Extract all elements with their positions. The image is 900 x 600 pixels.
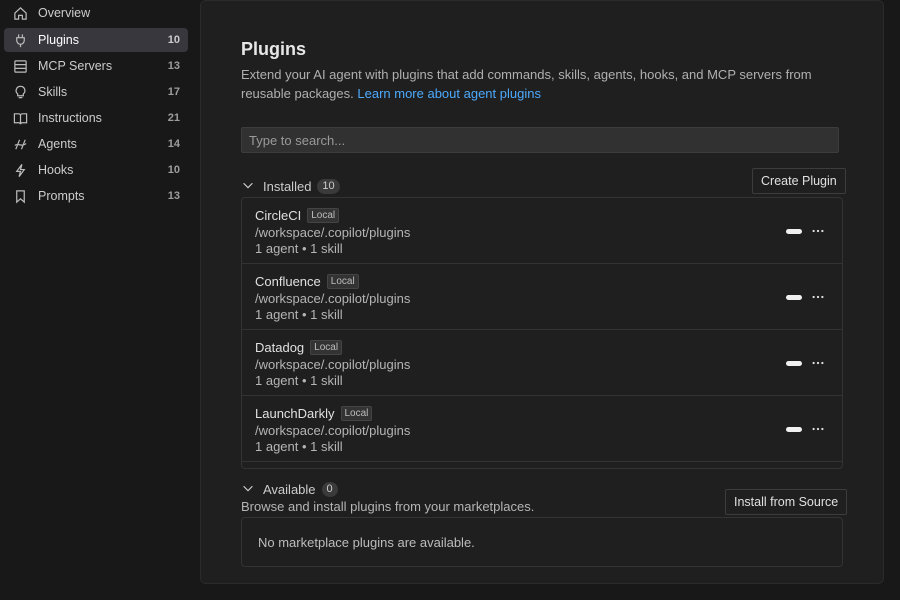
- sidebar-item-count: 10: [167, 164, 180, 176]
- sidebar-item-overview[interactable]: Overview: [4, 1, 188, 25]
- home-icon: [12, 5, 28, 21]
- sidebar-item-plugins[interactable]: Plugins 10: [4, 28, 188, 52]
- plugin-name: LaunchDarkly: [255, 406, 335, 421]
- sidebar-item-count: 21: [167, 112, 180, 124]
- plugin-enable-toggle[interactable]: [786, 229, 802, 234]
- page-title: Plugins: [241, 39, 307, 59]
- plug-icon: [12, 32, 28, 48]
- plugin-path: /workspace/.copilot/plugins: [255, 291, 411, 306]
- sidebar-item-mcp-servers[interactable]: MCP Servers 13: [4, 54, 188, 78]
- plugin-title-line: Confluence Local: [255, 274, 359, 289]
- plugin-summary: 1 agent • 1 skill: [255, 307, 343, 322]
- plugin-row[interactable]: Datadog Local /workspace/.copilot/plugin…: [242, 330, 842, 396]
- plugin-summary: 1 agent • 1 skill: [255, 439, 343, 454]
- empty-state-message: No marketplace plugins are available.: [258, 535, 475, 550]
- sidebar-item-label: Plugins: [38, 33, 79, 47]
- plugin-enable-toggle[interactable]: [786, 361, 802, 366]
- plugin-path: /workspace/.copilot/plugins: [255, 357, 411, 372]
- local-tag: Local: [307, 208, 340, 223]
- sidebar-item-label: Skills: [38, 85, 68, 99]
- install-from-source-button[interactable]: Install from Source: [725, 489, 848, 515]
- main-panel: Plugins Extend your AI agent with plugin…: [200, 0, 884, 584]
- chevron-down-icon: [241, 481, 257, 497]
- plugin-path: /workspace/.copilot/plugins: [255, 423, 411, 438]
- search-input[interactable]: [241, 127, 839, 153]
- sidebar-item-label: Agents: [38, 137, 77, 151]
- server-icon: [12, 58, 28, 74]
- sidebar-item-agents[interactable]: Agents 14: [4, 132, 188, 156]
- sidebar-item-count: 10: [167, 34, 180, 46]
- available-count-badge: 0: [321, 481, 338, 497]
- local-tag: Local: [340, 406, 373, 421]
- sidebar-item-label: Overview: [38, 6, 91, 20]
- plugin-path: /workspace/.copilot/plugins: [255, 225, 411, 240]
- available-description: Browse and install plugins from your mar…: [241, 499, 535, 514]
- sidebar-item-hooks[interactable]: Hooks 10: [4, 158, 188, 182]
- sidebar-item-prompts[interactable]: Prompts 13: [4, 184, 188, 208]
- available-section-toggle[interactable]: Available 0: [241, 479, 338, 499]
- plugin-name: Confluence: [255, 274, 321, 289]
- marketplace-empty-state: No marketplace plugins are available.: [241, 517, 843, 567]
- installed-plugin-list: CircleCI Local /workspace/.copilot/plugi…: [241, 197, 843, 469]
- installed-label: Installed: [263, 178, 312, 194]
- installed-count-badge: 10: [317, 178, 340, 194]
- agent-icon: [12, 136, 28, 152]
- sidebar-item-count: 13: [167, 60, 180, 72]
- plugin-title-line: CircleCI Local: [255, 208, 340, 223]
- plugin-title-line: LaunchDarkly Local: [255, 406, 373, 421]
- installed-section-toggle[interactable]: Installed 10: [241, 176, 340, 196]
- sidebar: Overview Plugins 10 MCP Servers 13 Skill…: [0, 0, 200, 600]
- plugin-summary: 1 agent • 1 skill: [255, 241, 343, 256]
- plugin-summary: 1 agent • 1 skill: [255, 373, 343, 388]
- more-actions-icon[interactable]: [810, 288, 826, 306]
- local-tag: Local: [310, 340, 343, 355]
- plugin-enable-toggle[interactable]: [786, 295, 802, 300]
- bookmark-icon: [12, 188, 28, 204]
- plugin-row[interactable]: CircleCI Local /workspace/.copilot/plugi…: [242, 198, 842, 264]
- learn-more-link[interactable]: Learn more about agent plugins: [357, 86, 541, 101]
- more-actions-icon[interactable]: [810, 354, 826, 372]
- lightning-icon: [12, 162, 28, 178]
- sidebar-item-count: 17: [167, 86, 180, 98]
- book-icon: [12, 110, 28, 126]
- sidebar-item-skills[interactable]: Skills 17: [4, 80, 188, 104]
- plugin-row[interactable]: LaunchDarkly Local /workspace/.copilot/p…: [242, 396, 842, 462]
- sidebar-item-label: Instructions: [38, 111, 102, 125]
- plugin-name: Datadog: [255, 340, 305, 355]
- plugin-enable-toggle[interactable]: [786, 427, 802, 432]
- available-label: Available: [263, 481, 316, 497]
- sidebar-item-label: Hooks: [38, 163, 74, 177]
- plugin-title-line: Datadog Local: [255, 340, 343, 355]
- page-description: Extend your AI agent with plugins that a…: [241, 65, 831, 103]
- plugin-row[interactable]: Confluence Local /workspace/.copilot/plu…: [242, 264, 842, 330]
- sidebar-item-label: MCP Servers: [38, 59, 113, 73]
- local-tag: Local: [326, 274, 359, 289]
- plugin-name: CircleCI: [255, 208, 302, 223]
- chevron-down-icon: [241, 178, 257, 194]
- create-plugin-button[interactable]: Create Plugin: [752, 168, 846, 194]
- more-actions-icon[interactable]: [810, 420, 826, 438]
- sidebar-item-label: Prompts: [38, 189, 85, 203]
- sidebar-item-count: 13: [167, 190, 180, 202]
- sidebar-item-count: 14: [167, 138, 180, 150]
- lightbulb-icon: [12, 84, 28, 100]
- sidebar-item-instructions[interactable]: Instructions 21: [4, 106, 188, 130]
- more-actions-icon[interactable]: [810, 222, 826, 240]
